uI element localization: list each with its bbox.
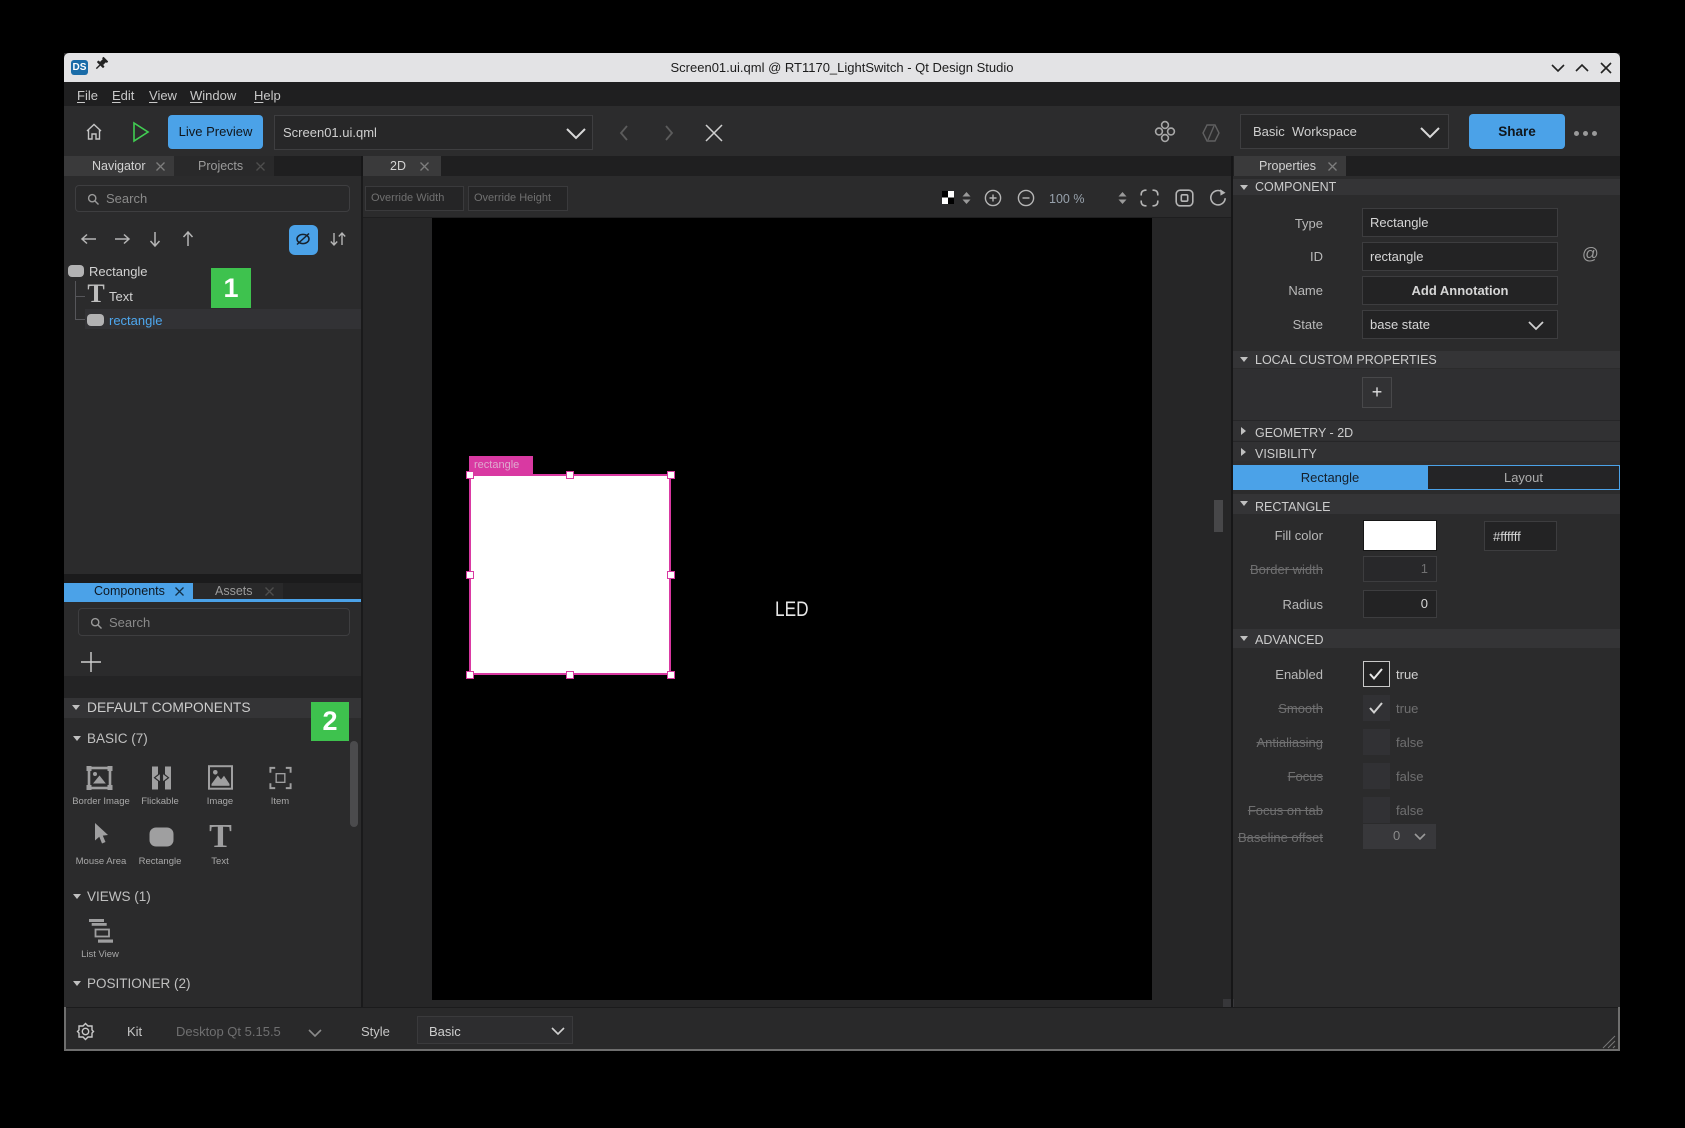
svg-text:T: T xyxy=(209,821,232,849)
